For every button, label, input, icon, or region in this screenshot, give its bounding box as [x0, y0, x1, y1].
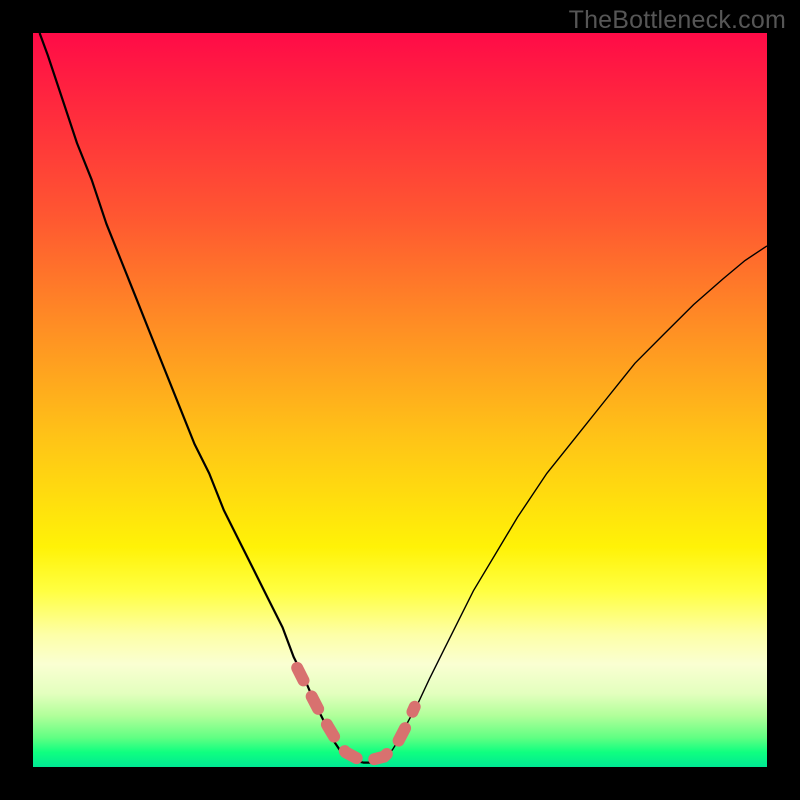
watermark-text: TheBottleneck.com	[569, 6, 786, 35]
right-curve	[385, 246, 767, 758]
plot-area	[33, 33, 767, 767]
bottleneck-highlight	[297, 668, 415, 760]
chart-frame: TheBottleneck.com	[0, 0, 800, 800]
curve-layer	[33, 33, 767, 767]
left-curve	[40, 33, 386, 763]
